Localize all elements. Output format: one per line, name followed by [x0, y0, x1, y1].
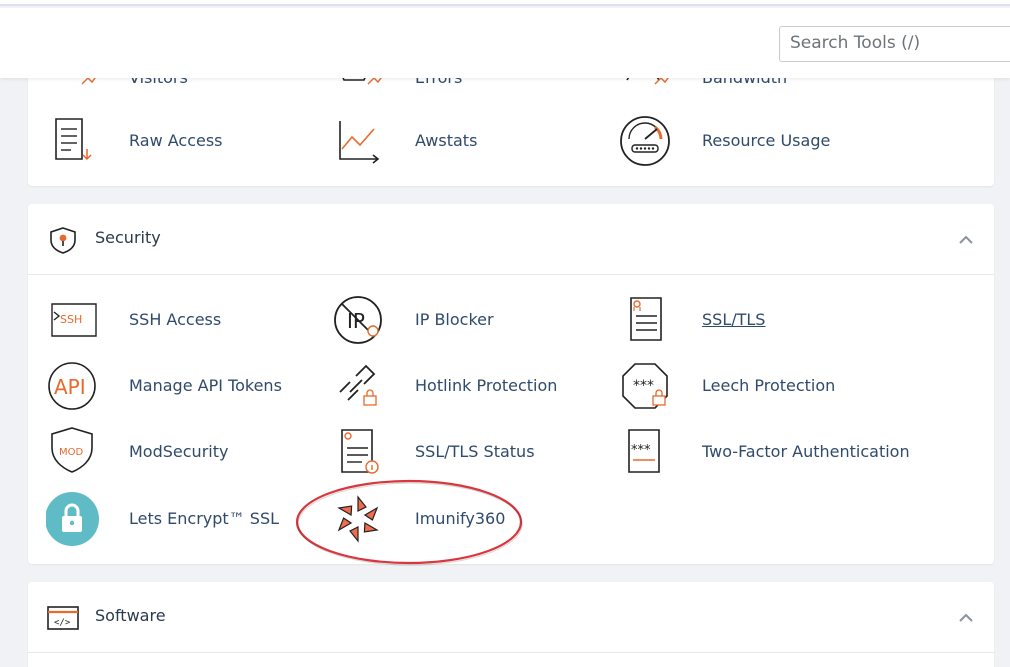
tool-ssl-tls-status[interactable]: SSL/TLS Status	[332, 424, 612, 480]
search-tools-input[interactable]: Search Tools (/)	[779, 26, 1010, 62]
code-window-icon: </>	[47, 606, 79, 630]
tool-ssh-access[interactable]: SSH SSH Access	[46, 292, 326, 348]
ip-blocker-icon: IP	[334, 296, 382, 344]
tool-manage-api-tokens[interactable]: API Manage API Tokens	[46, 358, 326, 414]
tool-label: Raw Access	[129, 131, 223, 150]
shield-icon	[50, 227, 76, 254]
security-panel-header[interactable]: Security	[28, 204, 994, 275]
tool-leech-protection[interactable]: *** Leech Protection	[619, 358, 899, 414]
chevron-up-icon[interactable]	[958, 233, 974, 245]
top-edge	[0, 0, 1010, 6]
chevron-up-icon[interactable]	[958, 611, 974, 623]
resource-usage-icon	[620, 116, 670, 166]
tool-two-factor-authentication[interactable]: *** Two-Factor Authentication	[619, 424, 910, 480]
tool-label: Two-Factor Authentication	[702, 442, 910, 461]
raw-access-icon	[55, 118, 92, 161]
tool-modsecurity[interactable]: MOD ModSecurity	[46, 424, 326, 480]
tool-label: Manage API Tokens	[129, 376, 282, 395]
svg-text:SSH: SSH	[60, 313, 82, 326]
tool-label: Resource Usage	[702, 131, 831, 150]
panel-title: Security	[95, 228, 161, 247]
tool-raw-access[interactable]: Raw Access	[46, 113, 326, 169]
software-panel-header[interactable]: </> Software	[28, 582, 994, 653]
tool-ssl-tls[interactable]: SSL/TLS	[619, 292, 899, 348]
svg-text:MOD: MOD	[59, 447, 83, 458]
panel-title: Software	[95, 606, 166, 625]
tool-hotlink-protection[interactable]: Hotlink Protection	[332, 358, 612, 414]
leech-protection-icon: ***	[622, 363, 668, 409]
two-factor-icon: ***	[628, 429, 660, 473]
tool-label: Lets Encrypt™ SSL	[129, 509, 280, 528]
tool-label: IP Blocker	[415, 310, 494, 329]
svg-text:</>: </>	[54, 618, 71, 628]
tool-lets-encrypt-ssl[interactable]: Lets Encrypt™ SSL	[46, 491, 326, 547]
tool-label: SSH Access	[129, 310, 222, 329]
svg-text:IP: IP	[347, 309, 365, 333]
svg-text:***: ***	[633, 378, 654, 394]
hotlink-protection-icon	[339, 364, 377, 406]
tool-label: Awstats	[415, 131, 478, 150]
lets-encrypt-icon	[46, 492, 99, 546]
tool-label: ModSecurity	[129, 442, 229, 461]
tool-resource-usage[interactable]: Resource Usage	[619, 113, 899, 169]
tool-label: Hotlink Protection	[415, 376, 558, 395]
modsecurity-icon: MOD	[51, 427, 93, 473]
tool-label: SSL/TLS Status	[415, 442, 535, 461]
top-header: Search Tools (/)	[0, 8, 1010, 78]
tool-label: SSL/TLS	[702, 310, 766, 329]
awstats-icon	[339, 121, 380, 164]
software-panel: </> Software	[28, 582, 994, 667]
svg-text:API: API	[54, 375, 86, 399]
ssl-tls-icon	[630, 297, 662, 341]
highlight-ring	[295, 479, 523, 566]
svg-text:***: ***	[631, 443, 651, 458]
ssh-access-icon: SSH	[51, 303, 97, 337]
api-tokens-icon: API	[48, 362, 96, 410]
tool-ip-blocker[interactable]: IP IP Blocker	[332, 292, 612, 348]
ssl-tls-status-icon	[341, 429, 379, 474]
tool-label: Leech Protection	[702, 376, 836, 395]
tool-awstats[interactable]: Awstats	[332, 113, 612, 169]
